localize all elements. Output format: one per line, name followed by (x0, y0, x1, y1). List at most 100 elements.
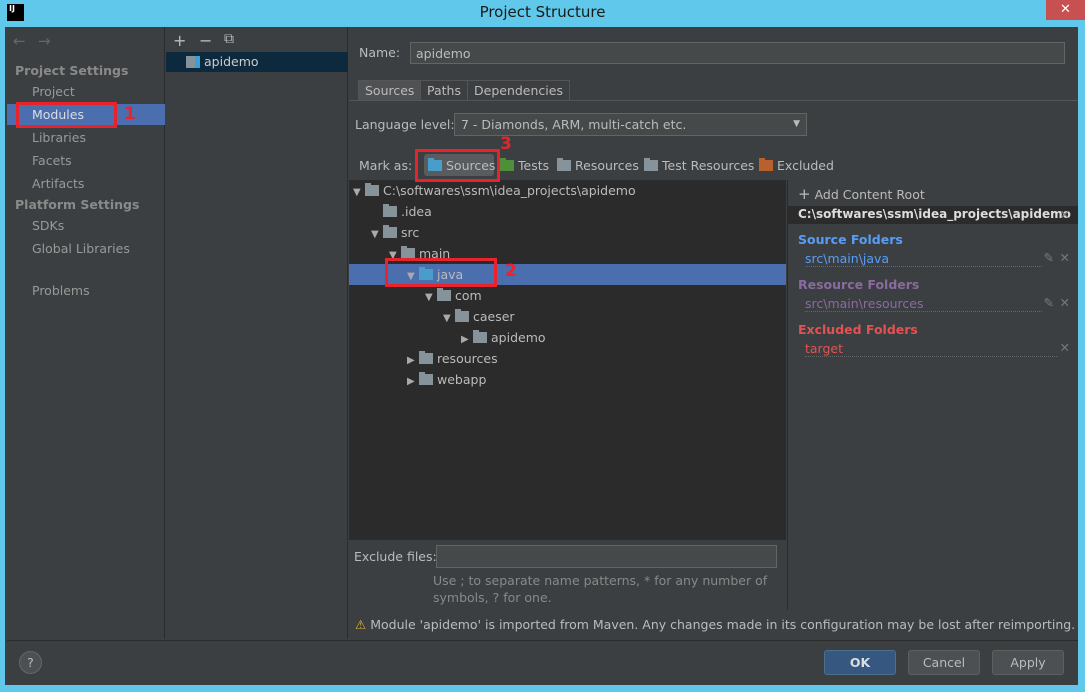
module-icon (186, 56, 200, 68)
expanded-arrow-icon[interactable]: ▼ (353, 182, 365, 203)
remove-icon[interactable]: − (199, 31, 212, 50)
tab-divider (349, 100, 1078, 101)
remove-resource-icon[interactable]: ✕ (1060, 295, 1070, 310)
copy-icon[interactable]: ⧉ (224, 31, 234, 47)
add-icon[interactable]: + (173, 31, 186, 50)
close-button[interactable]: ✕ (1046, 0, 1085, 20)
tree-node[interactable]: .idea (349, 201, 786, 222)
sidebar-item-artifacts[interactable]: Artifacts (7, 173, 165, 194)
name-input[interactable] (410, 42, 1065, 64)
help-button[interactable]: ? (19, 651, 42, 674)
collapsed-arrow-icon[interactable]: ▶ (407, 371, 419, 392)
back-icon[interactable]: ← (13, 32, 26, 50)
tree-node[interactable]: ▶ webapp (349, 369, 786, 390)
tree-node[interactable]: ▼ src (349, 222, 786, 243)
chevron-down-icon: ▼ (793, 119, 800, 129)
language-level-value: 7 - Diamonds, ARM, multi-catch etc. (461, 117, 687, 132)
annotation-number-1: 1 (124, 104, 136, 124)
edit-source-icon[interactable]: ✎ (1044, 250, 1054, 265)
tab-dependencies[interactable]: Dependencies (467, 80, 570, 100)
resource-folders-heading: Resource Folders (798, 277, 920, 292)
folder-icon (365, 183, 379, 196)
name-label: Name: (359, 45, 401, 60)
ok-button[interactable]: OK (824, 650, 896, 675)
tree-node-label: apidemo (491, 330, 546, 345)
tree-node[interactable]: ▶ apidemo (349, 327, 786, 348)
tree-node-label: com (455, 288, 482, 303)
source-folders-heading: Source Folders (798, 232, 903, 247)
folder-icon (455, 309, 469, 322)
expanded-arrow-icon[interactable]: ▼ (371, 224, 383, 245)
sidebar-item-facets[interactable]: Facets (7, 150, 165, 171)
sidebar-item-project[interactable]: Project (7, 81, 165, 102)
resource-folder-entry: src\main\resources (805, 296, 1042, 312)
sidebar-item-sdks[interactable]: SDKs (7, 215, 165, 236)
apply-button[interactable]: Apply (992, 650, 1064, 675)
mark-resources-button[interactable]: Resources (557, 158, 639, 173)
tree-node[interactable]: ▼ C:\softwares\ssm\idea_projects\apidemo (349, 180, 786, 201)
source-folder-entry: src\main\java (805, 251, 1042, 267)
tree-node-label: C:\softwares\ssm\idea_projects\apidemo (383, 183, 636, 198)
intellij-logo-icon: IJ (7, 4, 24, 21)
tree-node-label: .idea (401, 204, 432, 219)
add-content-root-button[interactable]: + Add Content Root (798, 185, 925, 203)
tree-node-label: resources (437, 351, 498, 366)
folder-icon (437, 288, 451, 301)
folder-icon (419, 372, 433, 385)
edit-resource-icon[interactable]: ✎ (1044, 295, 1054, 310)
module-item-apidemo[interactable]: apidemo (166, 52, 348, 72)
mark-test-resources-button[interactable]: Test Resources (644, 158, 754, 173)
folder-icon (473, 330, 487, 343)
tab-sources[interactable]: Sources (358, 80, 422, 100)
window-title: Project Structure (479, 3, 606, 21)
annotation-number-3: 3 (500, 134, 512, 154)
language-level-label: Language level: (355, 117, 455, 132)
collapsed-arrow-icon[interactable]: ▶ (461, 329, 473, 350)
resources-folder-icon (557, 158, 571, 171)
content-roots-panel: + Add Content Root C:\softwares\ssm\idea… (787, 180, 1078, 610)
tree-node-label: src (401, 225, 420, 240)
expanded-arrow-icon[interactable]: ▼ (425, 287, 437, 308)
tree-node[interactable]: ▼ caeser (349, 306, 786, 327)
test-folder-icon (500, 158, 514, 171)
sidebar-item-libraries[interactable]: Libraries (7, 127, 165, 148)
folder-icon (419, 351, 433, 364)
tab-paths[interactable]: Paths (420, 80, 468, 100)
tree-node-label: webapp (437, 372, 487, 387)
expanded-arrow-icon[interactable]: ▼ (443, 308, 455, 329)
exclude-files-input[interactable] (436, 545, 777, 568)
mark-excluded-button[interactable]: Excluded (759, 158, 834, 173)
content-root-path: C:\softwares\ssm\idea_projects\apidemo (798, 207, 1071, 221)
mark-test-resources-label: Test Resources (662, 158, 755, 173)
forward-icon[interactable]: → (38, 32, 51, 50)
folder-tree[interactable]: ▼ C:\softwares\ssm\idea_projects\apidemo.… (349, 180, 786, 540)
collapsed-arrow-icon[interactable]: ▶ (407, 350, 419, 371)
mark-tests-button[interactable]: Tests (500, 158, 549, 173)
annotation-box-2 (385, 258, 497, 287)
tree-node-label: caeser (473, 309, 515, 324)
remove-source-icon[interactable]: ✕ (1060, 250, 1070, 265)
footer-divider (7, 640, 1078, 641)
folder-icon (383, 225, 397, 238)
project-settings-heading: Project Settings (15, 63, 129, 78)
warning-text: Module 'apidemo' is imported from Maven.… (370, 617, 1076, 632)
plus-icon: + (798, 185, 811, 203)
remove-excluded-icon[interactable]: ✕ (1060, 340, 1070, 355)
exclude-files-label: Exclude files: (354, 549, 437, 564)
test-resources-folder-icon (644, 158, 658, 171)
sidebar-item-problems[interactable]: Problems (7, 280, 165, 301)
mark-resources-label: Resources (575, 158, 639, 173)
tree-node[interactable]: ▼ com (349, 285, 786, 306)
excluded-folder-icon (759, 158, 773, 171)
remove-root-icon[interactable]: ✕ (1060, 207, 1070, 222)
language-level-dropdown[interactable]: 7 - Diamonds, ARM, multi-catch etc. ▼ (454, 113, 807, 136)
sidebar-item-global-libraries[interactable]: Global Libraries (7, 238, 165, 259)
exclude-hint-line1: Use ; to separate name patterns, * for a… (433, 573, 768, 588)
annotation-box-3 (415, 149, 500, 182)
annotation-number-2: 2 (505, 261, 517, 281)
cancel-button[interactable]: Cancel (908, 650, 980, 675)
mark-tests-label: Tests (518, 158, 550, 173)
folder-icon (383, 204, 397, 217)
excluded-folder-entry: target (805, 341, 1057, 357)
tree-node[interactable]: ▶ resources (349, 348, 786, 369)
